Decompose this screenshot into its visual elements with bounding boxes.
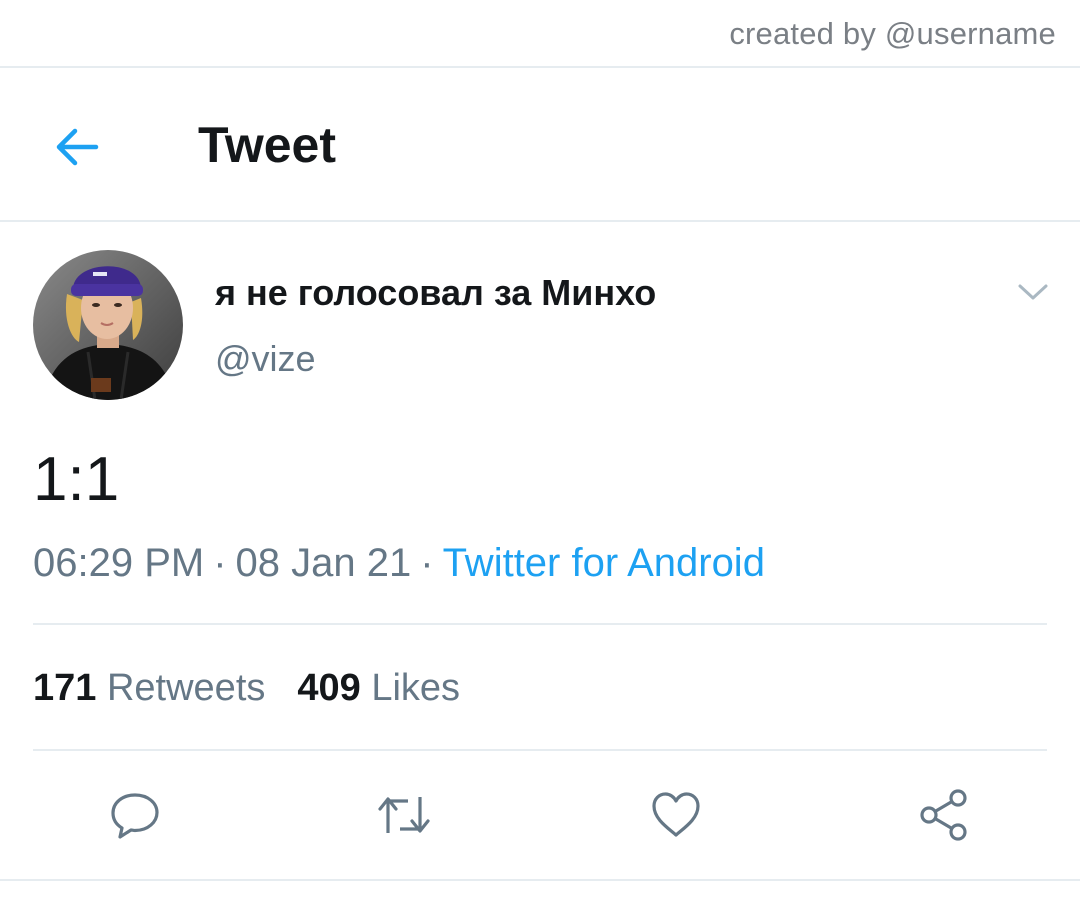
retweet-icon bbox=[378, 797, 430, 833]
likes-count: 409 bbox=[297, 667, 361, 709]
retweets-stat[interactable]: 171 Retweets bbox=[33, 667, 265, 709]
like-button[interactable] bbox=[646, 785, 706, 845]
chevron-down-icon bbox=[1018, 284, 1048, 300]
reply-button[interactable] bbox=[105, 785, 165, 845]
avatar-photo bbox=[33, 250, 183, 400]
avatar[interactable] bbox=[33, 250, 183, 400]
likes-label: Likes bbox=[371, 667, 461, 709]
likes-stat[interactable]: 409 Likes bbox=[297, 667, 460, 709]
tweet-time: 06:29 PM bbox=[33, 541, 205, 585]
page-title: Tweet bbox=[198, 117, 336, 173]
tweet-detail-screen: created by @username Tweet я не голосова… bbox=[0, 0, 1080, 898]
share-icon bbox=[920, 789, 967, 841]
divider bbox=[33, 623, 1047, 625]
tweet-meta: 06:29 PM · 08 Jan 21 · Twitter for Android bbox=[33, 541, 765, 586]
retweet-button[interactable] bbox=[374, 785, 434, 845]
tweet-text: 1:1 bbox=[33, 445, 120, 514]
share-button[interactable] bbox=[915, 785, 975, 845]
back-button[interactable] bbox=[48, 118, 106, 176]
meta-separator: · bbox=[213, 541, 227, 585]
arrow-left-icon bbox=[56, 128, 99, 166]
retweets-label: Retweets bbox=[106, 667, 266, 709]
tweet-stats: 171 Retweets 409 Likes bbox=[33, 667, 460, 710]
divider bbox=[0, 66, 1080, 68]
watermark-credit: created by @username bbox=[729, 16, 1056, 51]
tweet-options-button[interactable] bbox=[1012, 274, 1054, 310]
author-display-name[interactable]: я не голосовал за Минхо bbox=[215, 272, 656, 314]
retweets-count: 171 bbox=[33, 667, 97, 709]
tweet-date: 08 Jan 21 bbox=[235, 541, 412, 585]
tweet-source-link[interactable]: Twitter for Android bbox=[443, 541, 765, 585]
divider bbox=[0, 220, 1080, 222]
divider bbox=[33, 749, 1047, 751]
divider bbox=[0, 879, 1080, 881]
reply-icon bbox=[111, 793, 159, 839]
meta-separator: · bbox=[420, 541, 434, 585]
heart-icon bbox=[652, 792, 700, 837]
author-handle[interactable]: @vize bbox=[215, 338, 316, 380]
